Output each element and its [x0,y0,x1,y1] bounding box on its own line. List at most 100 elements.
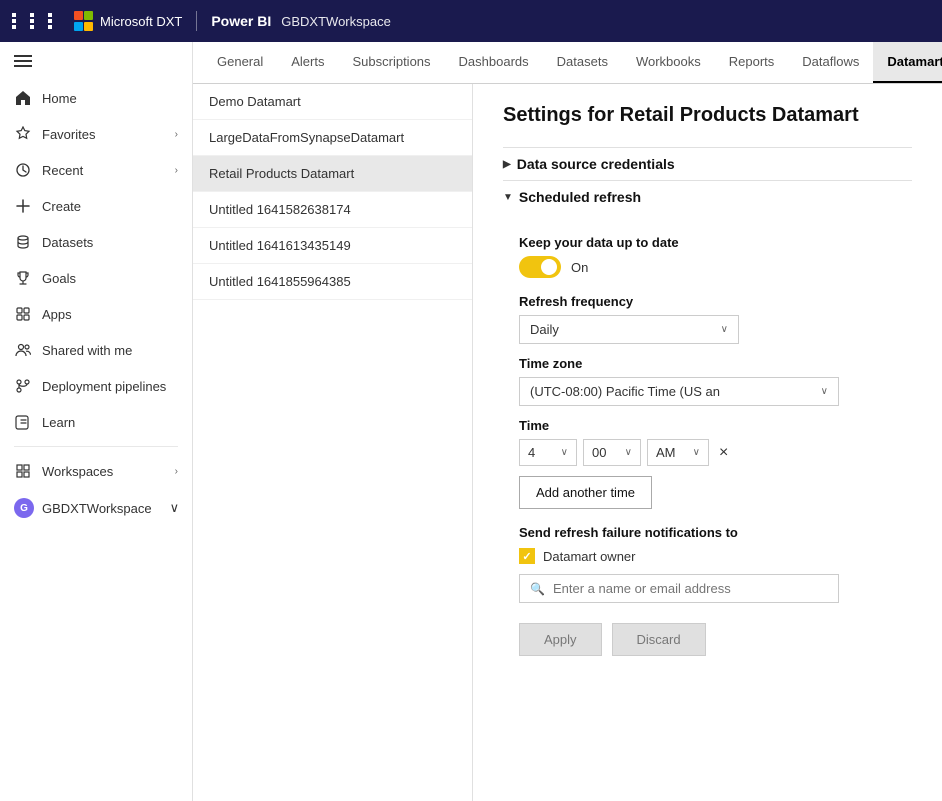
microsoft-logo: Microsoft DXT [74,11,182,31]
topbar: Microsoft DXT Power BI GBDXTWorkspace [0,0,942,42]
favorites-chevron: › [175,129,178,140]
settings-panel: Settings for Retail Products Datamart ▶ … [473,84,942,801]
time-hour-select[interactable]: 4 ∨ [519,439,577,466]
toggle-row: On [519,256,896,278]
clock-icon [14,161,32,179]
favorites-label: Favorites [42,127,95,142]
sidebar-item-deployment[interactable]: Deployment pipelines [0,368,192,404]
sidebar-divider [14,446,178,447]
tab-dataflows[interactable]: Dataflows [788,42,873,83]
time-ampm-select[interactable]: AM ∨ [647,439,709,466]
sidebar-item-favorites[interactable]: Favorites › [0,116,192,152]
scheduled-refresh-content: Keep your data up to date On Refresh fre… [503,213,912,672]
apply-button[interactable]: Apply [519,623,602,656]
datamart-owner-label: Datamart owner [543,549,635,564]
book-icon [14,413,32,431]
time-row: 4 ∨ 00 ∨ AM ∨ × [519,439,896,466]
sidebar-item-datasets[interactable]: Datasets [0,224,192,260]
time-zone-chevron: ∨ [821,386,828,397]
tab-workbooks[interactable]: Workbooks [622,42,715,83]
list-item-retail[interactable]: Retail Products Datamart [193,156,472,192]
sidebar: Home Favorites › Recent › Create [0,42,193,801]
refresh-frequency-chevron: ∨ [721,324,728,335]
tab-alerts[interactable]: Alerts [277,42,338,83]
tab-subscriptions[interactable]: Subscriptions [338,42,444,83]
action-row: Apply Discard [519,623,896,656]
scheduled-refresh-section-header[interactable]: ▼ Scheduled refresh [503,180,912,213]
toggle-slider [519,256,561,278]
data-source-section-header[interactable]: ▶ Data source credentials [503,147,912,180]
apps-icon [14,305,32,323]
discard-button[interactable]: Discard [612,623,706,656]
sidebar-item-recent[interactable]: Recent › [0,152,192,188]
email-search-input-row[interactable]: 🔍 [519,574,839,603]
time-ampm-value: AM [656,445,676,460]
toggle-label: On [571,260,588,275]
time-minute-select[interactable]: 00 ∨ [583,439,641,466]
checkbox-row: ✓ Datamart owner [519,548,896,564]
list-item-untitled2[interactable]: Untitled 1641613435149 [193,228,472,264]
sidebar-item-apps[interactable]: Apps [0,296,192,332]
time-hour-value: 4 [528,445,535,460]
time-zone-value: (UTC-08:00) Pacific Time (US an [530,384,720,399]
search-icon: 🔍 [530,582,545,596]
workspaces-icon [14,462,32,480]
data-source-arrow: ▶ [503,159,511,170]
workspace-label: GBDXTWorkspace [281,14,391,29]
tab-datamarts[interactable]: Datamarts [873,42,942,83]
sidebar-item-learn[interactable]: Learn [0,404,192,440]
recent-label: Recent [42,163,83,178]
users-icon [14,341,32,359]
list-item-demo[interactable]: Demo Datamart [193,84,472,120]
sidebar-item-create[interactable]: Create [0,188,192,224]
list-item-untitled1[interactable]: Untitled 1641582638174 [193,192,472,228]
tab-general[interactable]: General [203,42,277,83]
toggle-control[interactable] [519,256,561,278]
workspace-chevron: ∨ [170,500,180,516]
tab-dashboards[interactable]: Dashboards [445,42,543,83]
time-minute-value: 00 [592,445,606,460]
hamburger-button[interactable] [0,42,192,80]
list-item-large[interactable]: LargeDataFromSynapseDatamart [193,120,472,156]
sidebar-item-goals[interactable]: Goals [0,260,192,296]
time-zone-label: Time zone [519,356,896,371]
app-grid-icon[interactable] [12,13,64,29]
time-zone-select[interactable]: (UTC-08:00) Pacific Time (US an ∨ [519,377,839,406]
settings-title: Settings for Retail Products Datamart [503,104,912,127]
topbar-divider [196,11,197,31]
home-icon [14,89,32,107]
learn-label: Learn [42,415,75,430]
layout: Home Favorites › Recent › Create [0,42,942,801]
tab-reports[interactable]: Reports [715,42,789,83]
content-area: General Alerts Subscriptions Dashboards … [193,42,942,801]
datamart-owner-checkbox[interactable]: ✓ [519,548,535,564]
main-content: Demo Datamart LargeDataFromSynapseDatama… [193,84,942,801]
refresh-frequency-select[interactable]: Daily ∨ [519,315,739,344]
time-remove-button[interactable]: × [715,442,732,464]
workspace-icon: G [14,498,34,518]
workspaces-label: Workspaces [42,464,113,479]
sidebar-item-home[interactable]: Home [0,80,192,116]
list-item-untitled3[interactable]: Untitled 1641855964385 [193,264,472,300]
shared-label: Shared with me [42,343,132,358]
sidebar-item-workspace[interactable]: G GBDXTWorkspace ∨ [0,489,192,527]
workspace-name: GBDXTWorkspace [42,501,152,516]
apps-label: Apps [42,307,72,322]
sidebar-item-workspaces[interactable]: Workspaces › [0,453,192,489]
email-input[interactable] [553,581,828,596]
sidebar-item-shared[interactable]: Shared with me [0,332,192,368]
add-time-button[interactable]: Add another time [519,476,652,509]
scheduled-refresh-arrow: ▼ [503,192,513,203]
tab-datasets[interactable]: Datasets [543,42,622,83]
time-ampm-chevron: ∨ [693,447,700,458]
refresh-frequency-label: Refresh frequency [519,294,896,309]
datamart-list: Demo Datamart LargeDataFromSynapseDatama… [193,84,473,801]
deployment-label: Deployment pipelines [42,379,166,394]
home-label: Home [42,91,77,106]
datasets-label: Datasets [42,235,93,250]
plus-icon [14,197,32,215]
checkmark-icon: ✓ [522,550,531,563]
trophy-icon [14,269,32,287]
send-notifications-label: Send refresh failure notifications to [519,525,896,540]
refresh-frequency-value: Daily [530,322,559,337]
